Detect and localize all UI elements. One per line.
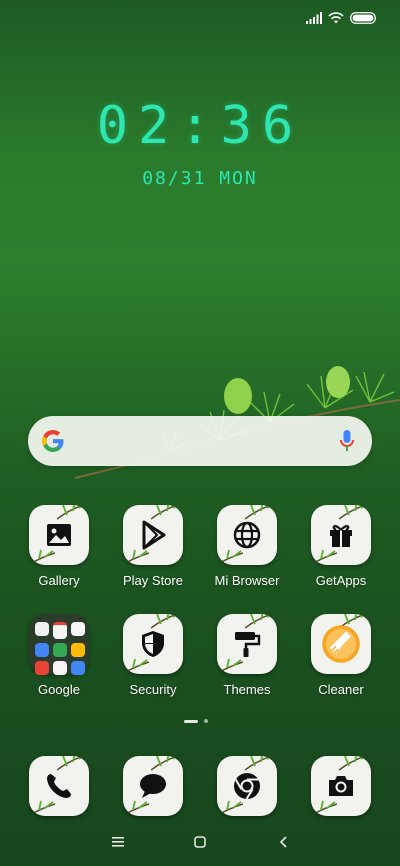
dock-camera[interactable] <box>294 756 388 816</box>
app-label: Gallery <box>38 573 80 588</box>
page-dot-active <box>184 719 198 723</box>
app-security[interactable]: Security <box>106 614 200 697</box>
app-getapps[interactable]: GetApps <box>294 505 388 588</box>
broom-icon <box>322 625 360 663</box>
app-themes[interactable]: Themes <box>200 614 294 697</box>
google-g-icon <box>42 430 64 452</box>
play-store-icon <box>142 520 166 550</box>
app-label: GetApps <box>315 573 367 588</box>
wifi-icon <box>328 12 344 24</box>
phone-icon <box>47 774 71 798</box>
home-icon <box>194 836 206 848</box>
folder-icon <box>29 614 89 675</box>
messages-icon <box>140 774 166 798</box>
camera-icon <box>329 776 353 796</box>
home-button[interactable] <box>188 832 212 852</box>
menu-icon <box>112 837 124 847</box>
app-label: Security <box>129 682 177 697</box>
shield-icon <box>142 631 164 657</box>
chrome-icon <box>234 773 260 800</box>
globe-icon <box>233 521 261 549</box>
gallery-icon <box>47 524 71 546</box>
app-label: Cleaner <box>318 682 364 697</box>
app-label: Google <box>38 682 80 697</box>
app-play-store[interactable]: Play Store <box>106 505 200 588</box>
app-label: Themes <box>223 682 271 697</box>
app-label: Mi Browser <box>214 573 280 588</box>
app-gallery[interactable]: Gallery <box>12 505 106 588</box>
page-dot <box>204 719 208 723</box>
dock-chrome[interactable] <box>200 756 294 816</box>
paint-roller-icon <box>235 632 261 657</box>
clock-date: 08/31 MON <box>142 168 258 189</box>
back-button[interactable] <box>272 832 296 852</box>
back-icon <box>279 836 287 848</box>
microphone-icon[interactable] <box>340 429 354 453</box>
app-folder-google[interactable]: Google <box>12 614 106 697</box>
app-cleaner[interactable]: Cleaner <box>294 614 388 697</box>
status-bar <box>306 10 376 26</box>
navigation-bar <box>0 832 400 852</box>
google-search-bar[interactable] <box>28 416 372 466</box>
app-label: Play Store <box>123 573 183 588</box>
battery-icon <box>350 12 376 24</box>
dock-phone[interactable] <box>12 756 106 816</box>
menu-button[interactable] <box>106 832 130 852</box>
page-indicator <box>184 719 208 723</box>
signal-icon <box>306 12 322 24</box>
clock-time[interactable]: 02:36 <box>0 96 400 156</box>
gift-icon <box>330 525 352 547</box>
app-mi-browser[interactable]: Mi Browser <box>200 505 294 588</box>
dock-messages[interactable] <box>106 756 200 816</box>
